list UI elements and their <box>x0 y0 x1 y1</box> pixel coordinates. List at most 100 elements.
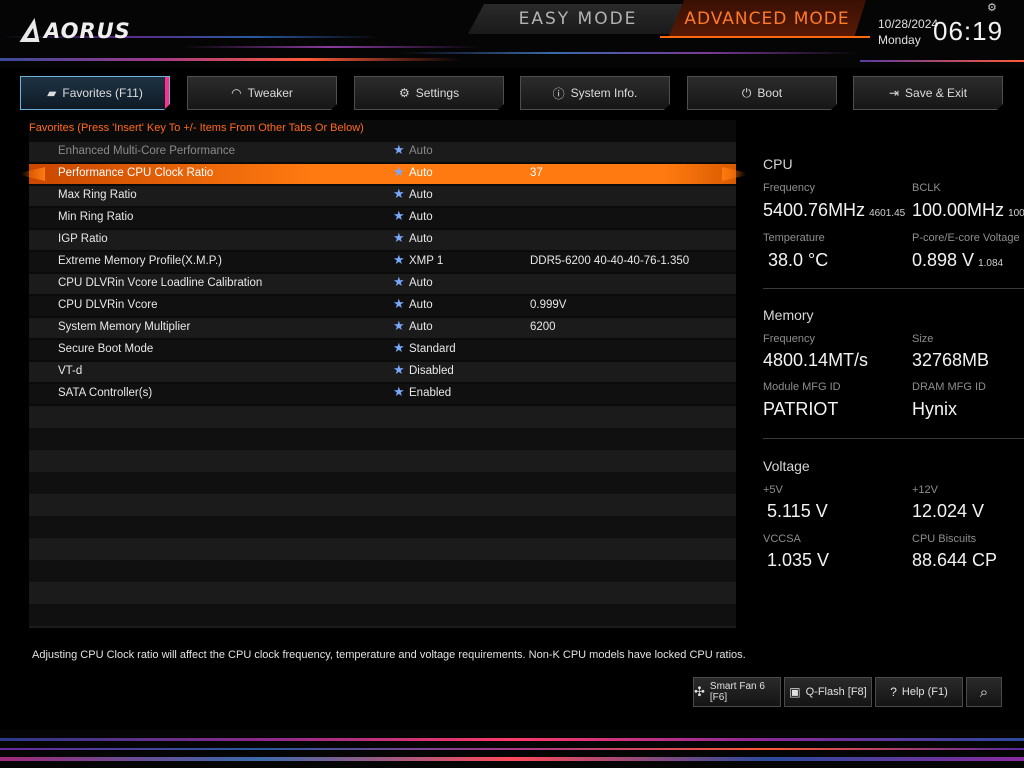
setting-name: IGP Ratio <box>58 233 108 245</box>
setting-row-enhanced-multi-core[interactable]: Enhanced Multi-Core Performance ★ Auto <box>29 142 736 162</box>
help-button[interactable]: ? Help (F1) <box>875 677 963 707</box>
setting-name: Secure Boot Mode <box>58 343 154 355</box>
favorite-star-icon[interactable]: ★ <box>393 186 405 202</box>
value-sub: 100.00 <box>1008 208 1024 219</box>
header-bar: AORUS EASY MODE ADVANCED MODE 10/28/2024… <box>0 0 1024 68</box>
setting-name: CPU DLVRin Vcore Loadline Calibration <box>58 277 263 289</box>
tab-tweaker[interactable]: ◠ Tweaker <box>187 76 337 110</box>
favorite-star-icon[interactable]: ★ <box>393 362 405 378</box>
value-main: 100.00MHz <box>912 200 1005 220</box>
tab-active-accent <box>165 77 169 111</box>
setting-value: Auto <box>409 189 433 201</box>
tab-label: Settings <box>415 86 460 100</box>
setting-row-min-ring-ratio[interactable]: Min Ring Ratio ★ Auto <box>29 208 736 228</box>
favorite-star-icon[interactable]: ★ <box>393 164 405 180</box>
button-label: Help (F1) <box>901 686 948 698</box>
search-button[interactable]: ⌕ <box>966 677 1002 707</box>
setting-row-dlvrin-vcore[interactable]: CPU DLVRin Vcore ★ Auto 0.999V <box>29 296 736 316</box>
aorus-eagle-icon <box>22 18 42 44</box>
fan-icon: ✣ <box>694 684 705 699</box>
tab-favorites[interactable]: ▰ Favorites (F11) <box>20 76 170 110</box>
favorite-star-icon[interactable]: ★ <box>393 318 405 334</box>
v5-label: +5V <box>763 484 783 496</box>
tab-label: Favorites (F11) <box>62 86 143 100</box>
setting-value: XMP 1 <box>409 255 444 267</box>
button-label: Q-Flash [F8] <box>805 686 867 698</box>
help-icon: ? <box>890 685 897 699</box>
time-display: 06:19 <box>933 16 1004 46</box>
gear-icon: ⚙ <box>398 86 410 100</box>
advanced-mode-button[interactable]: ADVANCED MODE <box>668 0 866 38</box>
gauge-icon: ◠ <box>231 86 242 100</box>
favorite-star-icon[interactable]: ★ <box>393 296 405 312</box>
favorite-star-icon[interactable]: ★ <box>393 142 405 158</box>
core-voltage-value: 0.898 V 1.084 <box>912 250 1003 271</box>
setting-row-vtd[interactable]: VT-d ★ Disabled <box>29 362 736 382</box>
setting-row-performance-cpu-clock-ratio[interactable]: Performance CPU Clock Ratio ★ Auto 37 <box>29 164 736 184</box>
logo-text: AORUS <box>44 19 131 43</box>
tab-label: Save & Exit <box>905 86 968 100</box>
cpu-temperature-label: Temperature <box>763 232 825 244</box>
tab-label: Tweaker <box>247 86 293 100</box>
memory-frequency-label: Frequency <box>763 333 815 345</box>
cpu-section-title: CPU <box>763 156 793 172</box>
setting-value: Standard <box>409 343 456 355</box>
setting-name: Enhanced Multi-Core Performance <box>58 145 236 157</box>
favorite-star-icon[interactable]: ★ <box>393 208 405 224</box>
value-sub: 1.084 <box>978 258 1004 269</box>
v5-value: 5.115 V <box>767 501 828 521</box>
favorite-star-icon[interactable]: ★ <box>393 384 405 400</box>
favorite-star-icon[interactable]: ★ <box>393 340 405 356</box>
setting-name: CPU DLVRin Vcore <box>58 299 158 311</box>
setting-value: Auto <box>409 167 433 179</box>
favorite-star-icon[interactable]: ★ <box>393 230 405 246</box>
favorites-title: Favorites (Press 'Insert' Key To +/- Ite… <box>29 122 364 134</box>
setting-row-xmp[interactable]: Extreme Memory Profile(X.M.P.) ★ XMP 1 D… <box>29 252 736 272</box>
info-icon: ⓘ <box>552 86 565 101</box>
setting-row-secure-boot[interactable]: Secure Boot Mode ★ Standard <box>29 340 736 360</box>
value-sub: 4601.45 <box>869 208 906 219</box>
tab-system-info[interactable]: ⓘ System Info. <box>520 76 670 110</box>
setting-row-dlvrin-loadline[interactable]: CPU DLVRin Vcore Loadline Calibration ★ … <box>29 274 736 294</box>
setting-current-value: 6200 <box>530 321 556 333</box>
setting-row-memory-multiplier[interactable]: System Memory Multiplier ★ Auto 6200 <box>29 318 736 338</box>
setting-value: Auto <box>409 233 433 245</box>
help-description: Adjusting CPU Clock ratio will affect th… <box>32 649 746 661</box>
tab-settings[interactable]: ⚙ Settings <box>354 76 504 110</box>
header-decor-line <box>0 58 460 61</box>
setting-value: Enabled <box>409 387 452 399</box>
aorus-logo: AORUS <box>22 18 131 44</box>
settings-gear-icon[interactable]: ⚙ <box>987 1 997 14</box>
setting-value: Auto <box>409 321 433 333</box>
bclk-value: 100.00MHz100.00 <box>912 200 1024 221</box>
module-mfg-label: Module MFG ID <box>763 381 841 393</box>
vccsa-value: 1.035 V <box>767 550 830 570</box>
date-text: 10/28/2024 <box>878 17 939 31</box>
easy-mode-button[interactable]: EASY MODE <box>468 4 688 34</box>
memory-section-title: Memory <box>763 307 814 323</box>
setting-name: SATA Controller(s) <box>58 387 153 399</box>
memory-size-value: 32768MB <box>912 350 990 370</box>
section-divider <box>763 438 1024 439</box>
setting-value: Auto <box>409 211 433 223</box>
tab-save-exit[interactable]: ⇥ Save & Exit <box>853 76 1003 110</box>
favorite-star-icon[interactable]: ★ <box>393 252 405 268</box>
smart-fan-button[interactable]: ✣ Smart Fan 6 [F6] <box>693 677 781 707</box>
setting-row-sata-controller[interactable]: SATA Controller(s) ★ Enabled <box>29 384 736 404</box>
chip-icon: ▣ <box>789 685 801 699</box>
footer-decor <box>0 730 1024 768</box>
qflash-button[interactable]: ▣ Q-Flash [F8] <box>784 677 872 707</box>
setting-name: Extreme Memory Profile(X.M.P.) <box>58 255 223 267</box>
cpu-biscuits-label: CPU Biscuits <box>912 533 977 545</box>
power-icon: ⏻ <box>741 85 752 100</box>
favorite-star-icon[interactable]: ★ <box>393 274 405 290</box>
hardware-monitor: CPU Frequency 5400.76MHz 4601.45 BCLK 100… <box>748 120 1024 628</box>
cpu-biscuits-value: 88.644 CP <box>912 550 998 570</box>
setting-row-max-ring-ratio[interactable]: Max Ring Ratio ★ Auto <box>29 186 736 206</box>
main-tabs: ▰ Favorites (F11) ◠ Tweaker ⚙ Settings ⓘ… <box>20 76 1004 110</box>
setting-row-igp-ratio[interactable]: IGP Ratio ★ Auto <box>29 230 736 250</box>
dram-mfg-value: Hynix <box>912 399 958 419</box>
vccsa-label: VCCSA <box>763 533 801 545</box>
tab-boot[interactable]: ⏻ Boot <box>687 76 837 110</box>
exit-icon: ⇥ <box>888 86 900 100</box>
